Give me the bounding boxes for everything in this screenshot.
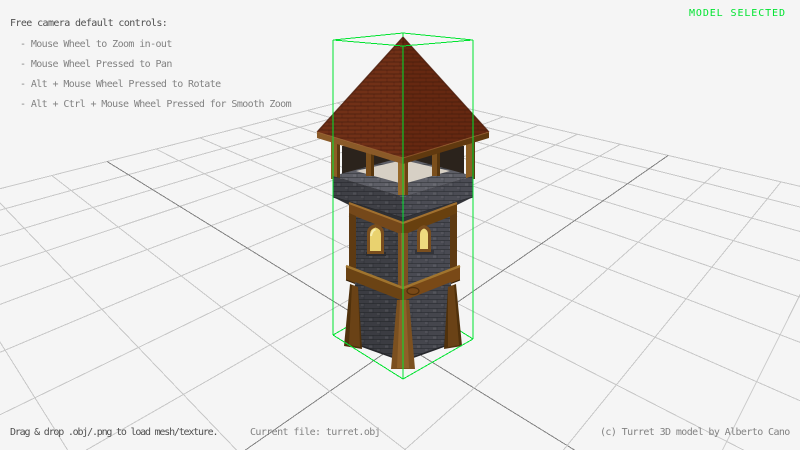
grid-line [239,128,800,450]
grid-line [0,144,621,450]
grid-axis-line [0,155,668,450]
model-viewer-window: Free camera default controls: - Mouse Wh… [0,0,800,450]
model-selected-badge: MODEL SELECTED [689,9,786,19]
belfry-post-left-shade [337,141,340,179]
window-right-glow [420,229,428,250]
drop-hint-text: Drag & drop .obj/.png to load mesh/textu… [10,428,217,438]
current-file-label: Current file: turret.obj [250,428,380,438]
controls-help-item: - Mouse Wheel Pressed to Pan [20,60,172,70]
controls-help-item: - Alt + Ctrl + Mouse Wheel Pressed for S… [20,100,291,110]
grid-line [156,149,800,450]
controls-help-item: - Mouse Wheel to Zoom in-out [20,40,172,50]
window-left-glow [370,228,381,252]
controls-help-item: - Alt + Mouse Wheel Pressed to Rotate [20,80,221,90]
grid-line [0,134,578,450]
controls-help-title: Free camera default controls: [10,19,167,29]
credit-text: (c) Turret 3D model by Alberto Cano [600,428,790,438]
